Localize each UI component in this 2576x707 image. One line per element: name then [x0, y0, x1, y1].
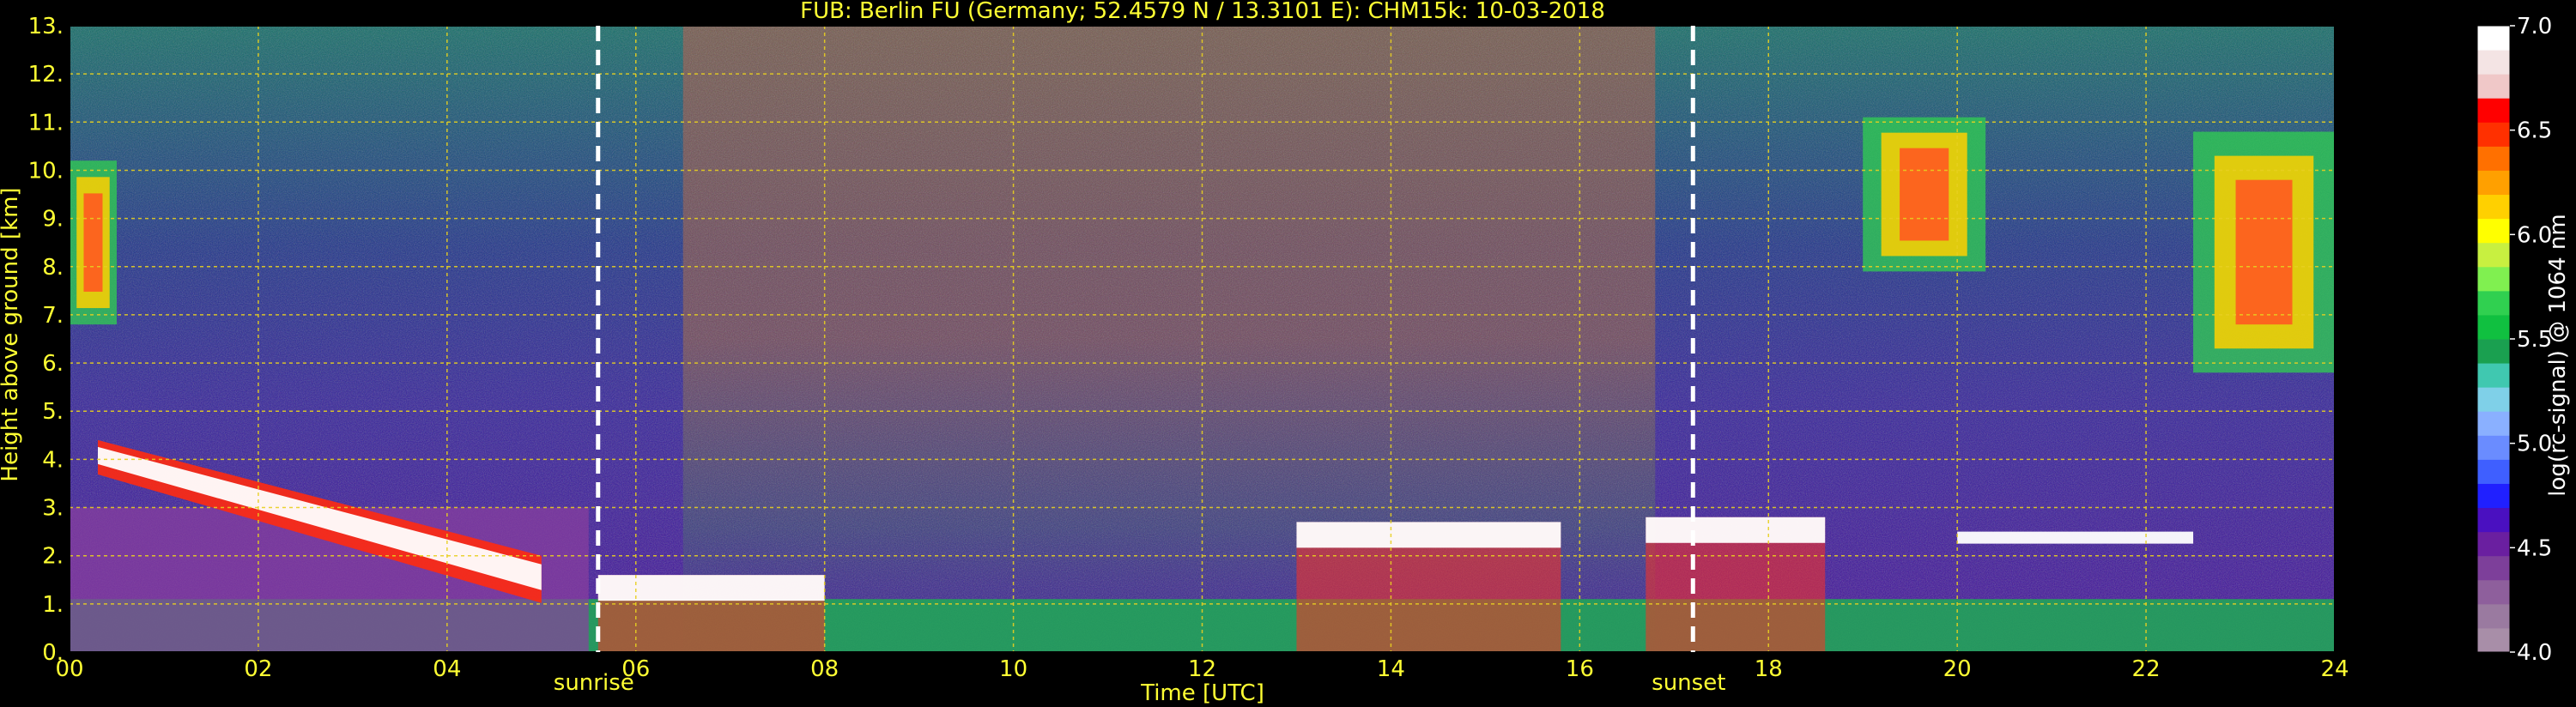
colorbar-swatch — [2477, 507, 2510, 533]
y-tick-label: 2. — [42, 544, 64, 570]
colorbar-swatch — [2477, 50, 2510, 75]
colorbar-swatch — [2477, 266, 2510, 292]
y-tick-label: 12. — [28, 62, 64, 88]
chart-title: FUB: Berlin FU (Germany; 52.4579 N / 13.… — [800, 0, 1605, 24]
colorbar-swatch — [2477, 242, 2510, 268]
x-tick-label: 02 — [244, 656, 272, 682]
cirrus — [83, 193, 103, 292]
colorbar: 4.04.55.05.56.06.57.0 log(rc-signal) @ 1… — [2476, 14, 2571, 666]
y-tick-label: 0. — [42, 640, 64, 666]
colorbar-tick-label: 4.5 — [2517, 535, 2552, 561]
colorbar-swatch — [2477, 26, 2510, 51]
colorbar-swatch — [2477, 74, 2510, 99]
x-tick-label: 08 — [810, 656, 839, 682]
x-tick-label: 16 — [1566, 656, 1594, 682]
cirrus — [1900, 148, 1949, 241]
y-tick-label: 9. — [42, 207, 64, 233]
colorbar-swatch — [2477, 603, 2510, 629]
colorbar-tick-label: 7.0 — [2517, 14, 2552, 39]
colorbar-swatch — [2477, 218, 2510, 244]
x-tick-label: 24 — [2320, 656, 2349, 682]
cirrus — [2235, 179, 2293, 325]
x-tick-label: 14 — [1377, 656, 1405, 682]
x-tick-label: 20 — [1943, 656, 1972, 682]
y-tick-label: 4. — [42, 447, 64, 473]
y-tick-label: 11. — [28, 110, 64, 136]
colorbar-swatch — [2477, 363, 2510, 388]
x-tick-label: 10 — [999, 656, 1027, 682]
event-label-sunset: sunset — [1652, 670, 1725, 696]
colorbar-swatches — [2476, 25, 2511, 653]
colorbar-swatch — [2477, 483, 2510, 509]
y-tick-label: 5. — [42, 399, 64, 425]
y-tick-label: 10. — [28, 158, 64, 184]
x-tick-label: 04 — [433, 656, 461, 682]
colorbar-swatch — [2477, 459, 2510, 484]
low-cloud — [1646, 517, 1826, 543]
colorbar-tick-label: 6.5 — [2517, 118, 2552, 144]
cloud-base — [1957, 531, 2194, 544]
event-label-sunrise: sunrise — [554, 670, 634, 696]
colorbar-swatch — [2477, 194, 2510, 220]
colorbar-swatch — [2477, 627, 2510, 653]
colorbar-swatch — [2477, 555, 2510, 581]
colorbar-swatch — [2477, 146, 2510, 171]
plot-area — [69, 25, 2336, 653]
colorbar-swatch — [2477, 290, 2510, 316]
lidar-figure: FUB: Berlin FU (Germany; 52.4579 N / 13.… — [0, 0, 2571, 706]
y-tick-labels: 0. 1. 2. 3. 4. 5. 6. 7. 8. 9. 10. 11. 12. 13. — [28, 14, 64, 666]
x-tick-label: 12 — [1188, 656, 1216, 682]
colorbar-swatch — [2477, 435, 2510, 460]
colorbar-swatch — [2477, 387, 2510, 412]
y-tick-label: 1. — [42, 592, 64, 618]
colorbar-swatch — [2477, 98, 2510, 123]
colorbar-swatch — [2477, 531, 2510, 557]
x-tick-label: 18 — [1755, 656, 1783, 682]
y-tick-label: 13. — [28, 14, 64, 39]
x-tick-label: 22 — [2132, 656, 2161, 682]
y-tick-label: 6. — [42, 351, 64, 377]
colorbar-swatch — [2477, 411, 2510, 436]
colorbar-swatch — [2477, 170, 2510, 196]
y-tick-label: 3. — [42, 496, 64, 522]
colorbar-swatch — [2477, 339, 2510, 364]
colorbar-tick-label: 4.0 — [2517, 640, 2552, 666]
y-tick-label: 8. — [42, 255, 64, 281]
colorbar-swatch — [2477, 579, 2510, 605]
x-tick-labels: 00 02 04 06 08 10 12 14 16 18 20 22 24 — [55, 656, 2349, 682]
colorbar-label: log(rc-signal) @ 1064 nm — [2545, 214, 2571, 496]
y-axis-label: Height above ground [km] — [0, 187, 23, 481]
y-tick-label: 7. — [42, 303, 64, 329]
x-axis-label: Time [UTC] — [1140, 680, 1264, 706]
colorbar-swatch — [2477, 122, 2510, 147]
low-cloud — [1296, 522, 1561, 548]
colorbar-swatch — [2477, 314, 2510, 340]
low-cloud — [597, 575, 825, 601]
